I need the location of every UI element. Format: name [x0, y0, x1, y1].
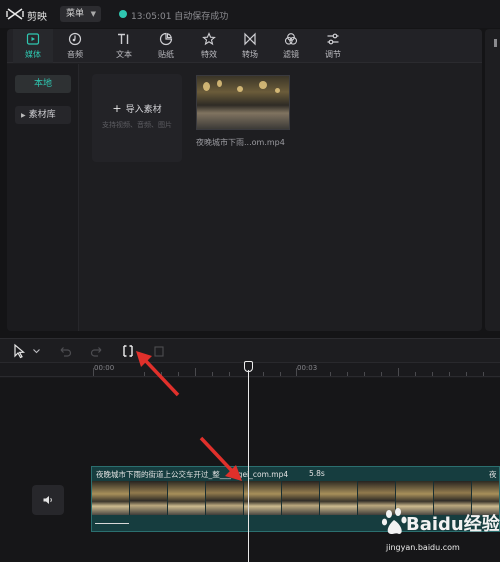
chevron-down-icon: ▼	[90, 10, 96, 18]
ruler-tick	[398, 368, 399, 376]
ruler-tick	[432, 372, 433, 376]
tab-sticker[interactable]: 贴纸	[146, 29, 186, 63]
tab-label: 转场	[242, 50, 258, 59]
import-hint: 支持视频、音频、图片	[102, 121, 172, 129]
clip-frame	[320, 481, 358, 515]
clip-frame	[130, 481, 168, 515]
tab-label: 贴纸	[158, 50, 174, 59]
audio-icon	[68, 32, 82, 46]
ruler-tick	[93, 368, 94, 376]
sidebar-item-label: 素材库	[28, 110, 56, 120]
thumbnail-light	[203, 82, 210, 91]
tab-filter[interactable]: 滤镜	[271, 29, 311, 63]
annotation-arrow-icon	[136, 351, 180, 397]
clip-frame	[282, 481, 320, 515]
clip-duration: 5.8s	[309, 469, 325, 478]
sidebar-item-local[interactable]: 本地	[15, 75, 71, 93]
tab-label: 滤镜	[283, 50, 299, 59]
clip-frame	[92, 481, 130, 515]
ruler-tick	[229, 372, 230, 376]
filter-icon	[284, 33, 298, 45]
baidu-paw-icon	[381, 508, 407, 534]
ruler-label: 00:00	[94, 364, 115, 372]
media-icon	[26, 33, 40, 45]
tab-label: 媒体	[25, 50, 41, 59]
ruler-tick	[347, 372, 348, 376]
media-panel: 媒体 音频 文本 贴纸 特效 转场 滤镜 调节 本地 ▶ 素材库 + 导入素材 …	[7, 29, 482, 331]
sidebar-item-library[interactable]: ▶ 素材库	[15, 106, 71, 124]
chevron-down-icon[interactable]	[32, 343, 41, 359]
thumbnail-light	[217, 80, 222, 87]
tab-audio[interactable]: 音频	[55, 29, 95, 63]
adjust-icon	[327, 33, 339, 45]
tab-bar: 媒体 音频 文本 贴纸 特效 转场 滤镜 调节	[7, 29, 482, 63]
player-panel-edge	[485, 29, 500, 331]
thumbnail-light	[275, 88, 280, 93]
tab-label: 特效	[201, 50, 217, 59]
capcut-logo-icon	[6, 8, 24, 20]
ruler-tick	[280, 372, 281, 376]
media-clip-name: 夜晚城市下雨...om.mp4	[196, 138, 285, 147]
ruler-tick	[330, 372, 331, 376]
ruler-tick	[449, 372, 450, 376]
ruler-tick	[212, 372, 213, 376]
thumbnail-light	[259, 81, 267, 89]
watermark-url: jingyan.baidu.com	[386, 543, 460, 552]
ruler-tick	[195, 368, 196, 376]
ruler-tick	[296, 368, 297, 376]
menu-button[interactable]: 菜单 ▼	[60, 6, 101, 22]
ruler-tick	[381, 372, 382, 376]
plus-icon: +	[112, 102, 122, 115]
media-sidebar: 本地 ▶ 素材库	[7, 64, 79, 331]
ruler-tick	[483, 372, 484, 376]
import-label-text: 导入素材	[125, 105, 162, 115]
text-icon	[118, 33, 129, 44]
ruler-tick	[415, 372, 416, 376]
caret-right-icon: ▶	[21, 112, 26, 119]
tab-effects[interactable]: 特效	[189, 29, 229, 63]
import-media-button[interactable]: + 导入素材 支持视频、音频、图片	[92, 74, 182, 162]
timeline-toolbar	[0, 339, 500, 363]
ruler-tick	[263, 372, 264, 376]
tab-label: 文本	[116, 50, 132, 59]
undo-icon[interactable]	[58, 343, 72, 359]
sticker-icon	[159, 32, 173, 46]
tab-adjust[interactable]: 调节	[313, 29, 353, 63]
media-clip-thumbnail[interactable]	[196, 75, 290, 130]
tab-media[interactable]: 媒体	[13, 29, 53, 63]
speaker-icon	[43, 496, 52, 504]
redo-icon[interactable]	[90, 343, 104, 359]
effects-icon	[202, 32, 216, 46]
next-clip-label: 夜	[489, 470, 497, 479]
menu-button-label: 菜单	[66, 9, 85, 19]
app-name: 剪映	[27, 12, 47, 23]
ruler-tick	[466, 372, 467, 376]
tab-transition[interactable]: 转场	[230, 29, 270, 63]
transition-icon	[244, 32, 256, 46]
watermark-text: Baidu经验	[406, 514, 500, 535]
import-label: + 导入素材	[92, 102, 182, 115]
annotation-arrow-icon	[199, 436, 242, 481]
panel-divider	[494, 39, 497, 47]
track-audio-toggle[interactable]	[32, 485, 64, 515]
ruler-label: 00:03	[297, 364, 318, 372]
thumbnail-light	[237, 86, 243, 92]
clip-title: 夜晚城市下雨的街道上公交车开过_整___aigei_com.mp4	[96, 470, 289, 479]
tab-label: 调节	[325, 50, 341, 59]
save-status-icon	[119, 10, 127, 18]
select-cursor-icon[interactable]	[12, 343, 26, 359]
save-status-text: 13:05:01 自动保存成功	[131, 12, 229, 22]
tab-label: 音频	[67, 50, 83, 59]
tab-text[interactable]: 文本	[104, 29, 144, 63]
clip-progress-line	[95, 523, 129, 524]
ruler-tick	[364, 372, 365, 376]
baidu-watermark: Baidu经验 jingyan.baidu.com	[381, 507, 500, 557]
title-bar: 剪映 菜单 ▼ 13:05:01 自动保存成功	[0, 0, 500, 28]
